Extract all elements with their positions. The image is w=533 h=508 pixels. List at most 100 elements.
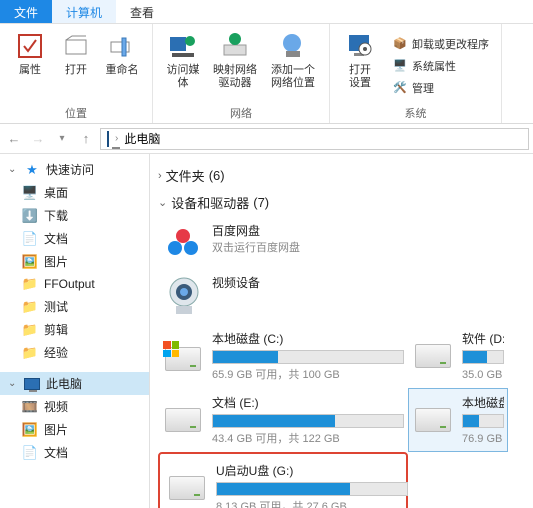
downloads-icon: ⬇️ xyxy=(22,208,38,224)
usage-bar xyxy=(462,350,504,364)
drive-name: 本地磁盘 (C:) xyxy=(212,330,404,347)
usage-bar xyxy=(212,350,404,364)
pictures-icon: 🖼️ xyxy=(22,422,38,438)
desktop-icon: 🖥️ xyxy=(22,185,38,201)
sidebar-item-label: 测试 xyxy=(44,298,68,315)
drive-stats: 76.9 GB 可 xyxy=(462,430,504,446)
properties-icon xyxy=(14,30,46,62)
group-label-network: 网络 xyxy=(230,103,252,121)
navigation-pane: ⌄ ★ 快速访问 🖥️桌面⬇️下载📄文档🖼️图片📁FFOutput📁测试📁剪辑📁… xyxy=(0,154,150,508)
nav-back-button[interactable]: ← xyxy=(4,129,24,149)
video-icon: 🎞️ xyxy=(22,399,38,415)
address-field[interactable]: › 此电脑 xyxy=(100,128,529,150)
drive-name: U启动U盘 (G:) xyxy=(216,462,408,479)
properties-button[interactable]: 属性 xyxy=(8,28,52,103)
nav-forward-button[interactable]: → xyxy=(28,129,48,149)
drive-stats: 65.9 GB 可用，共 100 GB xyxy=(212,366,404,382)
drive-subtitle: 双击运行百度网盘 xyxy=(212,239,404,255)
disk-icon xyxy=(162,394,204,446)
baidu-icon xyxy=(162,222,204,262)
section-devices[interactable]: ⌄ 设备和驱动器 (7) xyxy=(158,189,533,216)
drive-item[interactable]: 本地磁盘 (C:) 65.9 GB 可用，共 100 GB xyxy=(158,324,408,388)
drive-name: 本地磁盘 xyxy=(462,394,504,411)
usage-bar xyxy=(212,414,404,428)
chevron-down-icon: ⌄ xyxy=(8,164,18,175)
sidebar-item[interactable]: 📄 文档 xyxy=(0,441,149,464)
sidebar-item[interactable]: 📄 文档 xyxy=(0,227,149,250)
ribbon-group-network: 访问媒体 映射网络 驱动器 添加一个 网络位置 网络 xyxy=(153,24,330,123)
sidebar-item-label: FFOutput xyxy=(44,277,95,291)
chevron-right-icon: › xyxy=(115,133,118,144)
drive-name: 视频设备 xyxy=(212,274,404,291)
sidebar-item-label: 桌面 xyxy=(44,184,68,201)
sidebar-item[interactable]: 📁 剪辑 xyxy=(0,318,149,341)
sidebar-quick-access[interactable]: ⌄ ★ 快速访问 xyxy=(0,158,149,181)
folder-icon: 📁 xyxy=(22,322,38,338)
sidebar-item-label: 剪辑 xyxy=(44,321,68,338)
drive-item[interactable]: 视频设备 xyxy=(158,268,408,324)
chevron-right-icon: › xyxy=(158,170,162,182)
sidebar-item-label: 下载 xyxy=(44,207,68,224)
sidebar-item[interactable]: 📁测试 xyxy=(0,295,149,318)
sidebar-item-label: 文档 xyxy=(44,444,68,461)
open-icon xyxy=(60,30,92,62)
drive-stats: 35.0 GB 可 xyxy=(462,366,504,382)
drive-item[interactable]: 本地磁盘 76.9 GB 可 xyxy=(408,388,508,452)
content-pane: › 文件夹 (6) ⌄ 设备和驱动器 (7) 百度网盘双击运行百度网盘视频设备本… xyxy=(150,154,533,508)
tab-view[interactable]: 查看 xyxy=(116,0,168,23)
drive-stats: 8.13 GB 可用，共 27.6 GB xyxy=(216,498,408,508)
sidebar-this-pc[interactable]: ⌄ 此电脑 xyxy=(0,372,149,395)
open-button[interactable]: 打开 xyxy=(54,28,98,103)
drive-item[interactable]: 文档 (E:)43.4 GB 可用，共 122 GB xyxy=(158,388,408,452)
sidebar-item[interactable]: 🖼️ 图片 xyxy=(0,418,149,441)
drive-name: 软件 (D:) xyxy=(462,330,504,347)
tab-file[interactable]: 文件 xyxy=(0,0,52,23)
open-settings-button[interactable]: 打开 设置 xyxy=(338,28,382,103)
uninstall-button[interactable]: 📦卸载或更改程序 xyxy=(388,34,493,54)
thispc-icon xyxy=(107,132,109,146)
nav-recent-button[interactable]: ▾ xyxy=(52,129,72,149)
documents-icon: 📄 xyxy=(22,231,38,247)
sidebar-item[interactable]: 🖥️ 桌面 xyxy=(0,181,149,204)
access-media-button[interactable]: 访问媒体 xyxy=(161,28,205,103)
map-drive-button[interactable]: 映射网络 驱动器 xyxy=(207,28,263,103)
address-bar: ← → ▾ ↑ › 此电脑 xyxy=(0,124,533,154)
nav-up-button[interactable]: ↑ xyxy=(76,129,96,149)
documents-icon: 📄 xyxy=(22,445,38,461)
group-label-system: 系统 xyxy=(405,103,427,121)
sidebar-item-label: 视频 xyxy=(44,398,68,415)
sidebar-item-label: 文档 xyxy=(44,230,68,247)
drive-item[interactable]: 百度网盘双击运行百度网盘 xyxy=(158,216,408,268)
disk-icon xyxy=(412,394,454,446)
windows-disk-icon xyxy=(162,330,204,382)
sidebar-item[interactable]: 📁经验 xyxy=(0,341,149,364)
ribbon: 属性 打开 重命名 位置 访问媒体 映射网络 驱动器 xyxy=(0,24,533,124)
manage-icon: 🛠️ xyxy=(392,80,408,96)
usb-disk-icon xyxy=(166,462,208,508)
sidebar-item-label: 经验 xyxy=(44,344,68,361)
add-netloc-button[interactable]: 添加一个 网络位置 xyxy=(265,28,321,103)
ribbon-group-location: 属性 打开 重命名 位置 xyxy=(0,24,153,123)
drive-item[interactable]: U启动U盘 (G:) 8.13 GB 可用，共 27.6 GB xyxy=(162,456,412,508)
sidebar-item[interactable]: ⬇️ 下载 xyxy=(0,204,149,227)
sidebar-item[interactable]: 🖼️图片 xyxy=(0,250,149,273)
tab-computer[interactable]: 计算机 xyxy=(52,0,116,23)
sidebar-item-label: 图片 xyxy=(44,421,68,438)
sysprops-button[interactable]: 🖥️系统属性 xyxy=(388,56,493,76)
ribbon-tabs: 文件 计算机 查看 xyxy=(0,0,533,24)
sidebar-item[interactable]: 📁FFOutput xyxy=(0,273,149,295)
uninstall-icon: 📦 xyxy=(392,36,408,52)
rename-icon xyxy=(106,30,138,62)
manage-button[interactable]: 🛠️管理 xyxy=(388,78,493,98)
drive-item[interactable]: 软件 (D:) 35.0 GB 可 xyxy=(408,324,508,388)
usage-bar xyxy=(462,414,504,428)
ribbon-group-system: 打开 设置 📦卸载或更改程序 🖥️系统属性 🛠️管理 系统 xyxy=(330,24,502,123)
sidebar-item[interactable]: 🎞️ 视频 xyxy=(0,395,149,418)
rename-button[interactable]: 重命名 xyxy=(100,28,144,103)
media-icon xyxy=(167,30,199,62)
section-folders[interactable]: › 文件夹 (6) xyxy=(158,162,533,189)
settings-icon xyxy=(344,30,376,62)
chevron-down-icon: ⌄ xyxy=(8,378,18,389)
camera-icon xyxy=(162,274,204,318)
sidebar-item-label: 图片 xyxy=(44,253,68,270)
